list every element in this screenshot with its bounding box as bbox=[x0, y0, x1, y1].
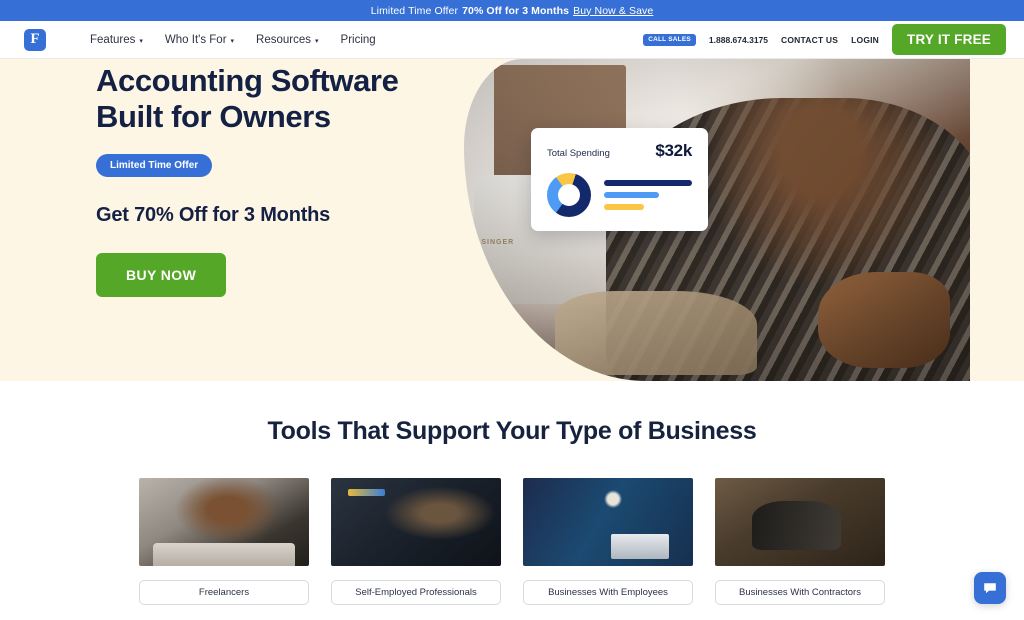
spending-card-header: Total Spending $32k bbox=[547, 141, 692, 161]
tool-card-label-businesses-with-employees[interactable]: Businesses With Employees bbox=[523, 580, 693, 605]
nav-item-pricing-label: Pricing bbox=[340, 33, 376, 46]
tool-card-image-businesses-with-contractors[interactable] bbox=[715, 478, 885, 566]
main-navigation-bar: F Features ▾ Who It's For ▾ Resources ▾ … bbox=[0, 21, 1024, 59]
tool-card-self-employed-professionals[interactable]: Self-Employed Professionals bbox=[331, 478, 501, 605]
tool-card-businesses-with-contractors[interactable]: Businesses With Contractors bbox=[715, 478, 885, 605]
tool-card-freelancers[interactable]: Freelancers bbox=[139, 478, 309, 605]
nav-item-login[interactable]: LOGIN bbox=[851, 35, 879, 45]
chat-widget-button[interactable] bbox=[974, 572, 1006, 604]
spending-card-value: $32k bbox=[655, 141, 692, 160]
chevron-down-icon: ▾ bbox=[139, 37, 143, 45]
nav-item-contact-us[interactable]: CONTACT US bbox=[781, 35, 838, 45]
spending-donut-chart bbox=[547, 173, 591, 217]
nav-item-who-its-for[interactable]: Who It's For ▾ bbox=[165, 34, 234, 46]
nav-item-features[interactable]: Features ▾ bbox=[90, 34, 143, 46]
spending-bar-2 bbox=[604, 192, 659, 198]
promo-banner-link[interactable]: Buy Now & Save bbox=[573, 5, 653, 17]
promo-banner: Limited Time Offer 70% Off for 3 Months … bbox=[0, 0, 1024, 21]
try-it-free-button[interactable]: TRY IT FREE bbox=[892, 24, 1006, 55]
tool-card-label-freelancers[interactable]: Freelancers bbox=[139, 580, 309, 605]
tool-card-image-businesses-with-employees[interactable] bbox=[523, 478, 693, 566]
spending-bar-list bbox=[604, 180, 692, 210]
tools-section-title: Tools That Support Your Type of Business bbox=[267, 417, 757, 445]
promo-banner-offer: 70% Off for 3 Months bbox=[462, 4, 570, 17]
tools-card-row: Freelancers Self-Employed Professionals … bbox=[0, 478, 1024, 605]
nav-item-pricing[interactable]: Pricing bbox=[341, 34, 376, 46]
total-spending-card: Total Spending $32k bbox=[531, 128, 708, 231]
chevron-down-icon: ▾ bbox=[315, 37, 319, 45]
tool-card-label-businesses-with-contractors[interactable]: Businesses With Contractors bbox=[715, 580, 885, 605]
spending-card-body bbox=[547, 173, 692, 217]
tool-card-image-self-employed-professionals[interactable] bbox=[331, 478, 501, 566]
chat-bubble-icon bbox=[984, 583, 996, 594]
promo-banner-text: Limited Time Offer bbox=[370, 4, 459, 17]
tools-section: Tools That Support Your Type of Business… bbox=[0, 381, 1024, 605]
tool-card-image-freelancers[interactable] bbox=[139, 478, 309, 566]
tool-card-label-self-employed-professionals[interactable]: Self-Employed Professionals bbox=[331, 580, 501, 605]
hero-section: SINGER Total Spending $32k Accounting So… bbox=[0, 59, 1024, 381]
nav-item-resources-label: Resources bbox=[256, 33, 312, 46]
nav-links-group: Features ▾ Who It's For ▾ Resources ▾ Pr… bbox=[90, 34, 376, 46]
freshbooks-logo-icon[interactable]: F bbox=[24, 28, 46, 51]
hero-title: Accounting Software Built for Owners bbox=[96, 63, 399, 134]
hero-subtitle: Get 70% Off for 3 Months bbox=[96, 203, 331, 226]
nav-item-features-label: Features bbox=[90, 33, 136, 46]
nav-item-resources[interactable]: Resources ▾ bbox=[256, 34, 318, 46]
spending-bar-1 bbox=[604, 180, 692, 186]
call-sales-badge[interactable]: CALL SALES bbox=[643, 33, 696, 46]
spending-bar-3 bbox=[604, 204, 644, 210]
hero-copy-block: Accounting Software Built for Owners Lim… bbox=[96, 63, 496, 297]
buy-now-button[interactable]: BUY NOW bbox=[96, 252, 227, 297]
spending-card-label: Total Spending bbox=[547, 148, 610, 159]
sales-phone-number[interactable]: 1.888.674.3175 bbox=[709, 35, 768, 45]
chevron-down-icon: ▾ bbox=[230, 37, 235, 45]
nav-item-who-its-for-label: Who It's For bbox=[164, 33, 227, 46]
logo-letter: F bbox=[30, 31, 40, 47]
nav-utility-group: CALL SALES 1.888.674.3175 CONTACT US LOG… bbox=[643, 24, 1006, 55]
tool-card-businesses-with-employees[interactable]: Businesses With Employees bbox=[523, 478, 693, 605]
hero-limited-time-offer-pill[interactable]: Limited Time Offer bbox=[96, 153, 213, 177]
